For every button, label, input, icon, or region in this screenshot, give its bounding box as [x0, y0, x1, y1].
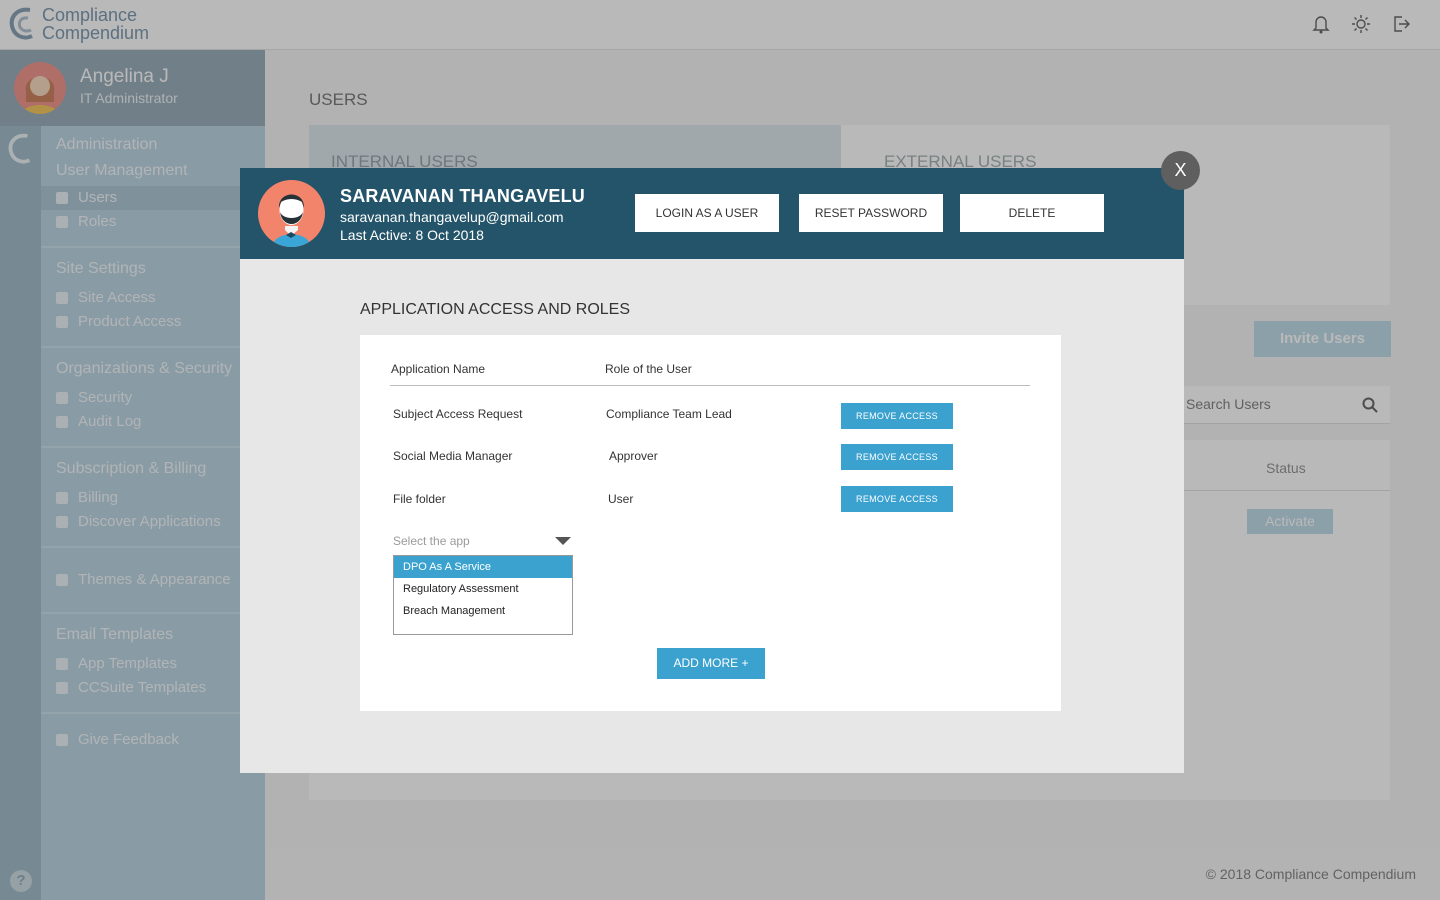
header-divider	[390, 385, 1030, 386]
row-role: Approver	[609, 449, 658, 463]
remove-access-button[interactable]: REMOVE ACCESS	[841, 444, 953, 470]
user-avatar	[258, 180, 325, 247]
dropdown-option[interactable]: Regulatory Assessment	[394, 578, 572, 600]
user-email: saravanan.thangavelup@gmail.com	[340, 209, 564, 225]
dropdown-option[interactable]: Breach Management	[394, 600, 572, 622]
select-placeholder: Select the app	[393, 534, 470, 548]
login-as-user-button[interactable]: LOGIN AS A USER	[635, 194, 779, 232]
app-select[interactable]: Select the app	[393, 532, 573, 552]
add-more-button[interactable]: ADD MORE +	[657, 648, 765, 679]
section-title: APPLICATION ACCESS AND ROLES	[360, 301, 631, 318]
chevron-down-icon[interactable]	[555, 537, 571, 545]
column-header-app: Application Name	[391, 362, 486, 376]
remove-access-button[interactable]: REMOVE ACCESS	[841, 403, 953, 429]
dropdown-option[interactable]: DPO As A Service	[394, 556, 572, 578]
column-header-role: Role of the User	[605, 362, 692, 376]
user-details-modal: SARAVANAN THANGAVELU saravanan.thangavel…	[240, 168, 1184, 773]
last-active: Last Active: 8 Oct 2018	[340, 227, 484, 243]
row-app-name: Social Media Manager	[393, 449, 513, 463]
row-app-name: File folder	[393, 492, 446, 506]
row-role: User	[608, 492, 634, 506]
user-name: SARAVANAN THANGAVELU	[340, 186, 585, 206]
remove-access-button[interactable]: REMOVE ACCESS	[841, 486, 953, 512]
reset-password-button[interactable]: RESET PASSWORD	[799, 194, 943, 232]
row-role: Compliance Team Lead	[606, 407, 732, 421]
row-app-name: Subject Access Request	[393, 407, 523, 421]
app-dropdown-list: DPO As A Service Regulatory Assessment B…	[393, 555, 573, 635]
delete-button[interactable]: DELETE	[960, 194, 1104, 232]
close-modal-button[interactable]: X	[1161, 151, 1200, 190]
modal-header: SARAVANAN THANGAVELU saravanan.thangavel…	[240, 168, 1184, 259]
access-card: Application Name Role of the User Subjec…	[360, 335, 1061, 711]
